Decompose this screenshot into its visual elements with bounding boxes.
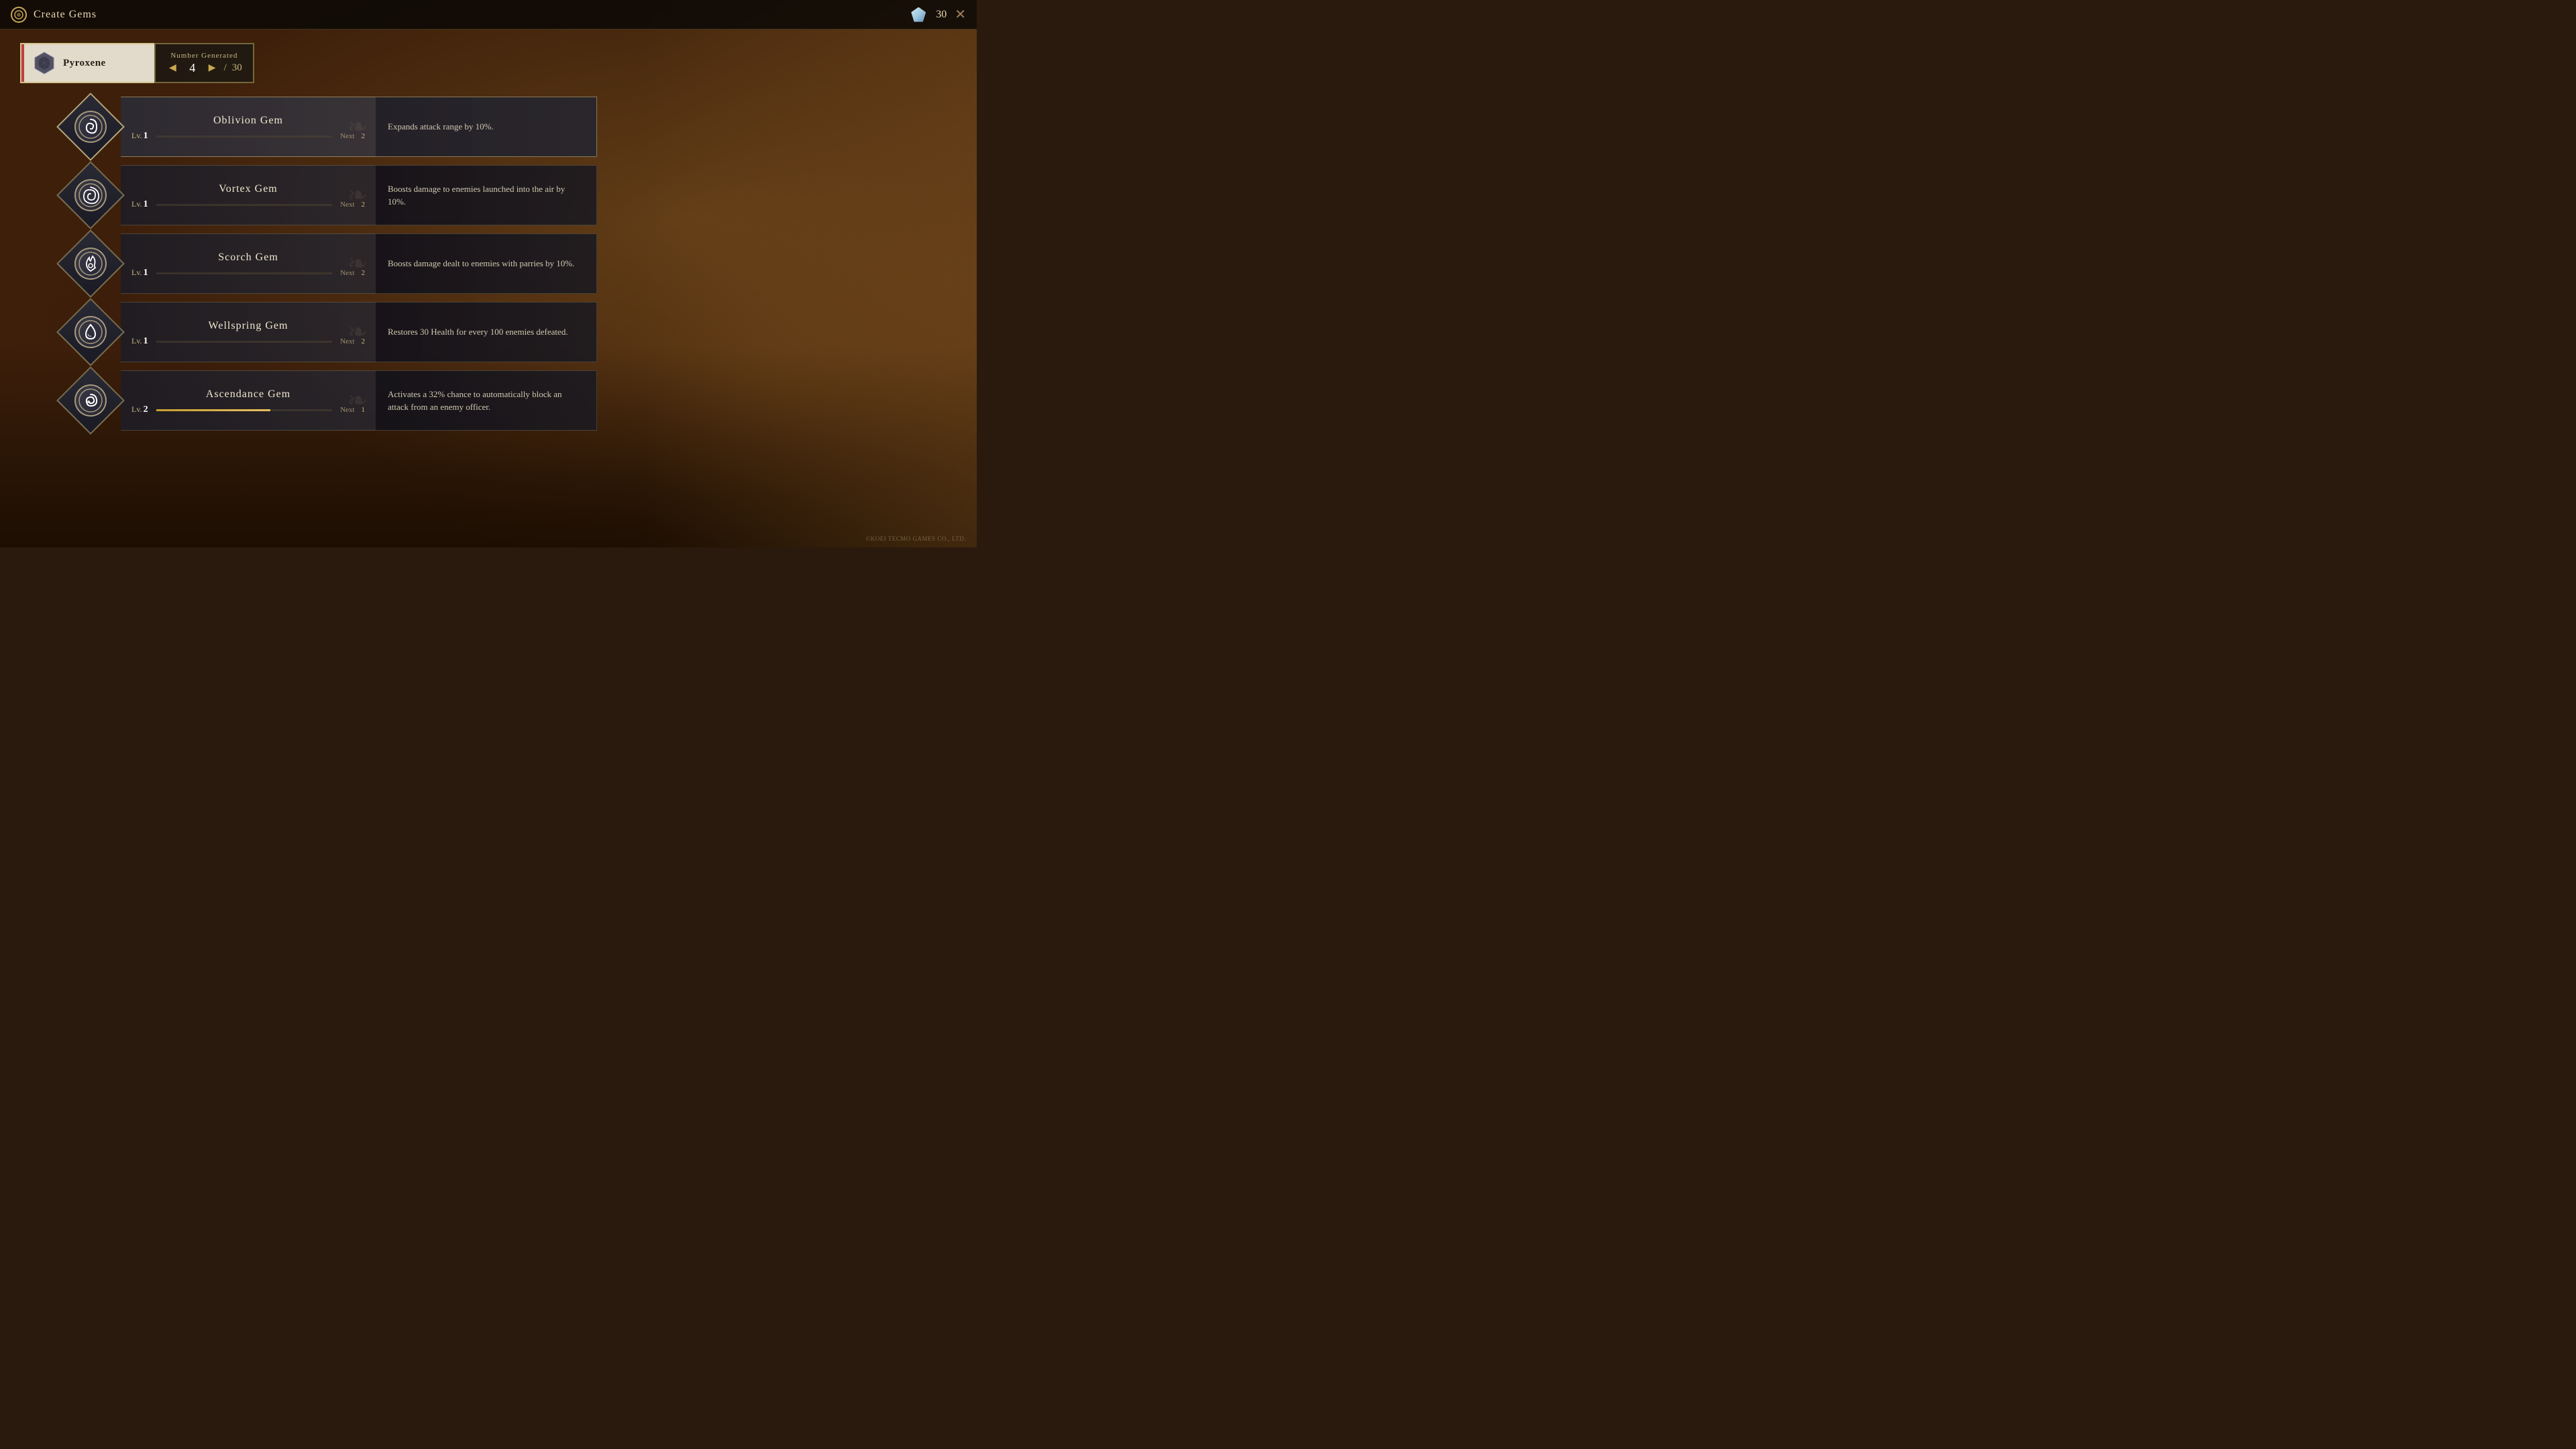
gem-diamond-3: [56, 298, 125, 366]
crystal-icon: [911, 7, 926, 22]
gem-info-2: Scorch Gem Lv.1 Next 2 ❧: [121, 233, 376, 294]
gem-next-label-4: Next: [340, 406, 354, 414]
create-gems-icon: [11, 7, 27, 23]
gem-name-4: Ascendance Gem: [131, 388, 365, 400]
gem-row-3[interactable]: Wellspring Gem Lv.1 Next 2 ❧ Restores 30…: [60, 302, 957, 362]
gem-progress-0: [156, 136, 333, 138]
gem-level-row-0: Lv.1 Next 2: [131, 131, 365, 142]
gem-progress-4: [156, 409, 333, 411]
crystal-count: 30: [936, 9, 947, 21]
gem-name-3: Wellspring Gem: [131, 320, 365, 332]
main-content: Pyroxene Number Generated ◀ 4 ▶ / 30 Obl…: [0, 30, 977, 547]
gem-description-4: Activates a 32% chance to automatically …: [376, 370, 597, 431]
gem-list: Oblivion Gem Lv.1 Next 2 ❧ Expands attac…: [60, 97, 957, 431]
header-right: 30 ✕: [909, 5, 966, 24]
gem-lv-label-3: Lv.1: [131, 336, 148, 347]
gem-lv-label-2: Lv.1: [131, 268, 148, 278]
decrease-button[interactable]: ◀: [166, 61, 179, 75]
gem-description-2: Boosts damage dealt to enemies with parr…: [376, 233, 597, 294]
gem-description-1: Boosts damage to enemies launched into t…: [376, 165, 597, 225]
gem-level-row-4: Lv.2 Next 1: [131, 405, 365, 415]
gem-row-1[interactable]: Vortex Gem Lv.1 Next 2 ❧ Boosts damage t…: [60, 165, 957, 225]
gem-circle-3: [74, 316, 107, 348]
controls-row: Pyroxene Number Generated ◀ 4 ▶ / 30: [20, 43, 342, 83]
gem-icon-3: [60, 302, 121, 362]
gem-next-num-4: 1: [362, 406, 366, 414]
gem-diamond-4: [56, 366, 125, 435]
gem-diamond-0: [56, 93, 125, 161]
crystal-icon-container: [909, 5, 928, 24]
gem-next-num-3: 2: [362, 337, 366, 345]
gem-level-row-2: Lv.1 Next 2: [131, 268, 365, 278]
gem-info-4: Ascendance Gem Lv.2 Next 1 ❧: [121, 370, 376, 431]
gem-name-2: Scorch Gem: [131, 252, 365, 264]
gem-row-0[interactable]: Oblivion Gem Lv.1 Next 2 ❧ Expands attac…: [60, 97, 957, 157]
gem-level-row-3: Lv.1 Next 2: [131, 336, 365, 347]
gem-icon-4: [60, 370, 121, 431]
gem-diamond-2: [56, 229, 125, 298]
close-button[interactable]: ✕: [955, 6, 966, 23]
gem-level-row-1: Lv.1 Next 2: [131, 199, 365, 210]
number-value: 4: [184, 61, 201, 75]
gem-progress-2: [156, 272, 333, 274]
number-controls: ◀ 4 ▶ / 30: [166, 61, 242, 75]
gem-circle-1: [74, 179, 107, 211]
gem-info-3: Wellspring Gem Lv.1 Next 2 ❧: [121, 302, 376, 362]
gem-next-num-2: 2: [362, 269, 366, 277]
gem-circle-4: [74, 384, 107, 417]
gem-next-label-0: Next: [340, 132, 354, 140]
gem-info-1: Vortex Gem Lv.1 Next 2 ❧: [121, 165, 376, 225]
gem-icon-0: [60, 97, 121, 157]
material-icon: [32, 51, 56, 75]
gem-lv-label-1: Lv.1: [131, 199, 148, 210]
material-name: Pyroxene: [63, 58, 106, 69]
gem-description-0: Expands attack range by 10%.: [376, 97, 597, 157]
gem-next-label-2: Next: [340, 269, 354, 277]
gem-name-1: Vortex Gem: [131, 183, 365, 195]
number-separator: /: [224, 62, 227, 74]
header-title-text: Create Gems: [34, 9, 97, 21]
gem-description-3: Restores 30 Health for every 100 enemies…: [376, 302, 597, 362]
material-box: Pyroxene: [20, 43, 154, 83]
gem-next-num-0: 2: [362, 132, 366, 140]
gem-info-0: Oblivion Gem Lv.1 Next 2 ❧: [121, 97, 376, 157]
gem-lv-label-0: Lv.1: [131, 131, 148, 142]
header-title-group: Create Gems: [11, 7, 97, 23]
gem-progress-3: [156, 341, 333, 343]
number-generated-box: Number Generated ◀ 4 ▶ / 30: [154, 43, 254, 83]
increase-button[interactable]: ▶: [206, 61, 219, 75]
gem-row-4[interactable]: Ascendance Gem Lv.2 Next 1 ❧ Activates a…: [60, 370, 957, 431]
gem-lv-label-4: Lv.2: [131, 405, 148, 415]
gem-circle-0: [74, 111, 107, 143]
gem-icon-1: [60, 165, 121, 225]
gem-progress-1: [156, 204, 333, 206]
gem-icon-2: [60, 233, 121, 294]
gem-row-2[interactable]: Scorch Gem Lv.1 Next 2 ❧ Boosts damage d…: [60, 233, 957, 294]
gem-diamond-1: [56, 161, 125, 229]
gem-circle-2: [74, 248, 107, 280]
number-label: Number Generated: [170, 52, 237, 60]
gem-name-0: Oblivion Gem: [131, 115, 365, 127]
gem-next-num-1: 2: [362, 201, 366, 209]
number-total: 30: [232, 62, 242, 74]
gem-next-label-3: Next: [340, 337, 354, 345]
header-bar: Create Gems 30 ✕: [0, 0, 977, 30]
gem-next-label-1: Next: [340, 201, 354, 209]
